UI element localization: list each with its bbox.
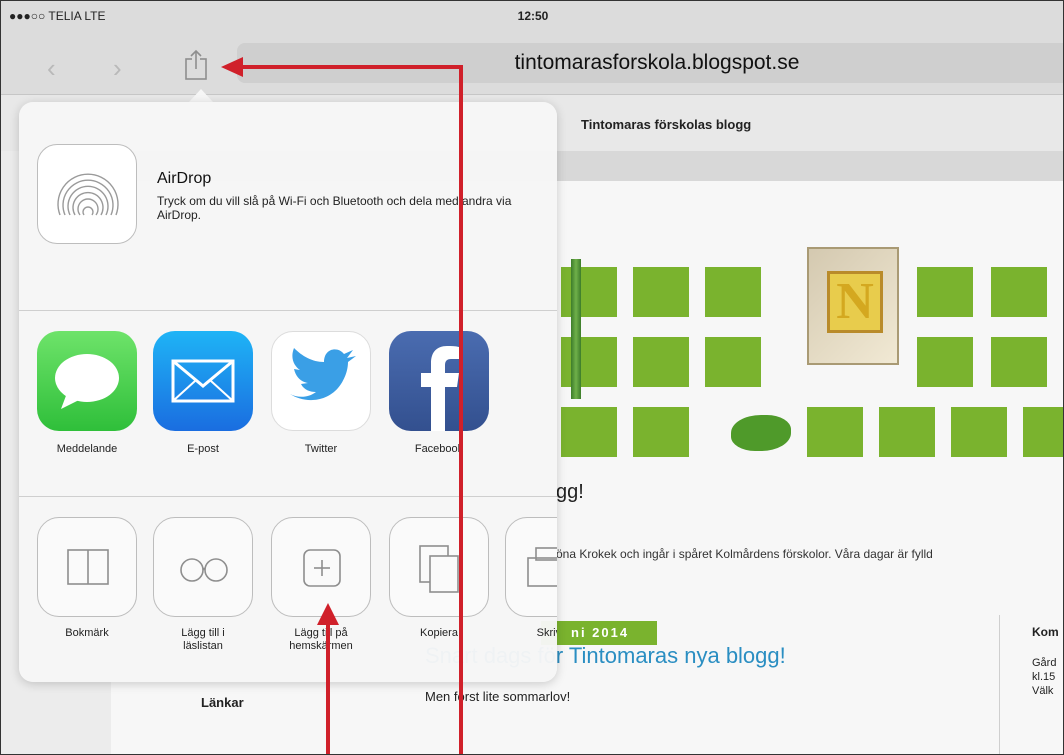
banner-square (991, 267, 1047, 317)
banner-square (561, 407, 617, 457)
frog-illustration (731, 415, 791, 451)
share-icon (185, 49, 207, 80)
action-print[interactable]: Skriv ut (505, 517, 557, 640)
welcome-heading: gg! (556, 481, 584, 503)
share-app-facebook[interactable]: Facebook (389, 331, 489, 455)
share-app-mail[interactable]: E-post (153, 331, 253, 455)
arrow-head-icon (317, 603, 339, 625)
share-app-label: E-post (187, 443, 219, 455)
share-button[interactable] (181, 49, 211, 81)
action-label: Lägg till i läslistan (181, 627, 225, 652)
banner-square (807, 407, 863, 457)
pencil-illustration (571, 259, 581, 399)
intro-text: öna Krokek och ingår i spåret Kolmårdens… (556, 547, 933, 561)
banner-square (633, 267, 689, 317)
share-app-twitter[interactable]: Twitter (271, 331, 371, 455)
print-icon (505, 517, 557, 617)
right-sidebar-line: Välk (1032, 685, 1054, 697)
divider (19, 496, 557, 497)
banner-square (705, 337, 761, 387)
forward-button[interactable]: › (113, 53, 122, 84)
ipad-screen: ●●●○○ TELIA LTE 12:50 ‹ › tintomarasfors… (0, 0, 1064, 755)
mail-icon (153, 331, 253, 431)
post-text: Men först lite sommarlov! (425, 689, 571, 704)
messages-icon (37, 331, 137, 431)
action-copy[interactable]: Kopiera (389, 517, 489, 640)
share-sheet-caret (189, 89, 213, 102)
clock: 12:50 (517, 9, 549, 23)
banner-square (917, 337, 973, 387)
right-sidebar-heading: Kom (1032, 625, 1059, 639)
facebook-icon (389, 331, 489, 431)
action-bookmark[interactable]: Bokmärk (37, 517, 137, 640)
share-app-label: Facebook (414, 443, 464, 455)
airdrop-button[interactable] (37, 144, 137, 244)
airdrop-title: AirDrop (157, 170, 212, 187)
airdrop-icon (57, 173, 119, 216)
divider (19, 310, 557, 311)
banner-square (561, 337, 617, 387)
airdrop-description: Tryck om du vill slå på Wi-Fi och Blueto… (157, 194, 512, 222)
banner-square (991, 337, 1047, 387)
banner-square (879, 407, 935, 457)
banner-square (633, 407, 689, 457)
banner-square (705, 267, 761, 317)
block-letter: N (827, 271, 883, 333)
action-label: Bokmärk (65, 627, 109, 639)
banner-square (633, 337, 689, 387)
banner-square (917, 267, 973, 317)
share-app-messages[interactable]: Meddelande (37, 331, 137, 455)
date-badge: ni 2014 (541, 621, 657, 645)
sidebar-links-heading: Länkar (201, 695, 244, 710)
arrow-head-icon (221, 57, 243, 77)
back-button[interactable]: ‹ (47, 53, 56, 84)
twitter-icon (271, 331, 371, 431)
address-bar[interactable]: tintomarasforskola.blogspot.se (237, 43, 1063, 83)
share-sheet: AirDrop Tryck om du vill slå på Wi-Fi oc… (19, 102, 557, 682)
browser-toolbar: ‹ › tintomarasforskola.blogspot.se (1, 29, 1063, 95)
status-bar: ●●●○○ TELIA LTE 12:50 (1, 1, 1063, 29)
copy-icon (389, 517, 489, 617)
share-app-label: Meddelande (56, 443, 118, 455)
right-sidebar-line: Gård (1032, 657, 1057, 669)
arrow-line (326, 623, 330, 754)
action-add-to-home[interactable]: Lägg till på hemskärmen (271, 517, 371, 653)
banner-square (951, 407, 1007, 457)
action-label: Lägg till på hemskärmen (289, 627, 353, 652)
right-sidebar: Kom Gård kl.15 Välk (999, 615, 1063, 754)
action-label: Kopiera (420, 627, 458, 639)
arrow-line (459, 65, 463, 754)
blog-title[interactable]: Tintomaras förskolas blogg (581, 117, 751, 132)
action-reading-list[interactable]: Lägg till i läslistan (153, 517, 253, 653)
add-to-home-icon (271, 517, 371, 617)
banner-square (561, 267, 617, 317)
book-icon (37, 517, 137, 617)
arrow-line (237, 65, 463, 69)
action-label: Skriv ut (536, 627, 557, 639)
banner-square (1023, 407, 1063, 457)
right-sidebar-line: kl.15 (1032, 671, 1056, 683)
letter-block-illustration: N (807, 247, 899, 365)
share-app-label: Twitter (304, 443, 338, 455)
glasses-icon (153, 517, 253, 617)
